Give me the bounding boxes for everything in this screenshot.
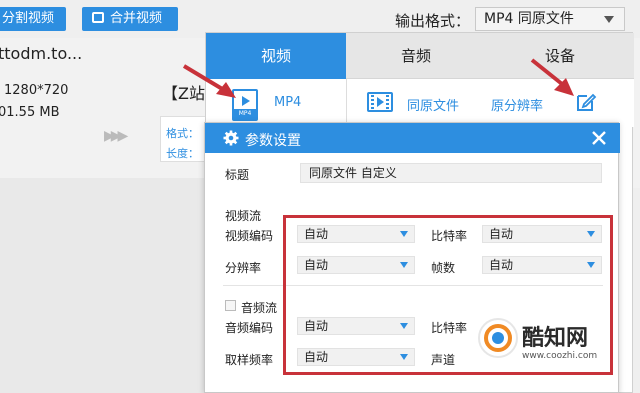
preset-same-file[interactable]: 同原文件 原分辨率 [346,79,634,127]
title-label: 标题 [225,168,250,182]
watermark-logo [478,318,518,358]
same-file-label: 同原文件 [407,99,460,114]
annotation-arrow-right [530,58,574,96]
edit-icon[interactable] [575,91,597,113]
title-input-value: 同原文件 自定义 [309,166,397,180]
merge-video-label: 合并视频 [110,11,163,26]
samplerate-label: 取样频率 [225,353,274,367]
watermark-name: 酷知网 [522,326,589,351]
preset-mp4-label: MP4 [274,95,302,110]
split-video-button[interactable]: 分割视频 [0,7,66,31]
annotation-arrow-left [182,64,236,98]
film-play-icon [377,97,384,107]
close-icon[interactable] [590,129,608,147]
video-codec-label: 视频编码 [225,229,274,243]
file-resolution: 1280*720 [4,83,69,98]
film-icon [367,92,393,112]
audio-stream-checkbox[interactable] [225,300,236,311]
audio-stream-heading: 音频流 [241,301,278,315]
output-format-value: MP4 同原文件 [484,11,574,27]
output-length-meta: 长度： [166,147,199,160]
convert-arrows-icon: ▶▶▶ [104,128,128,144]
watermark-logo-icon [484,324,512,352]
dialog-header: 参数设置 [205,123,620,153]
watermark: 酷知网 www.coozhi.com [478,318,608,368]
file-name: ttodm.to... [0,44,83,63]
audio-codec-label: 音频编码 [225,321,274,335]
output-format-meta: 格式： [166,127,199,140]
watermark-url: www.coozhi.com [522,351,598,361]
file-size: 01.55 MB [0,105,60,120]
play-icon [242,96,250,106]
video-stream-heading: 视频流 [225,209,262,223]
resolution-label: 分辨率 [225,261,262,275]
chevron-down-icon [604,16,614,23]
split-video-label: 分割视频 [2,11,55,26]
tab-audio[interactable]: 音频 [346,33,486,79]
merge-video-button[interactable]: 合并视频 [82,7,178,31]
output-format-label: 输出格式： [395,12,471,30]
list-background [0,178,205,393]
title-input[interactable]: 同原文件 自定义 [300,163,602,183]
output-format-select[interactable]: MP4 同原文件 [475,7,625,31]
merge-icon [92,12,104,23]
dialog-title: 参数设置 [245,133,301,149]
gear-icon [223,130,239,146]
mp4-icon-label: MP4 [234,109,256,119]
